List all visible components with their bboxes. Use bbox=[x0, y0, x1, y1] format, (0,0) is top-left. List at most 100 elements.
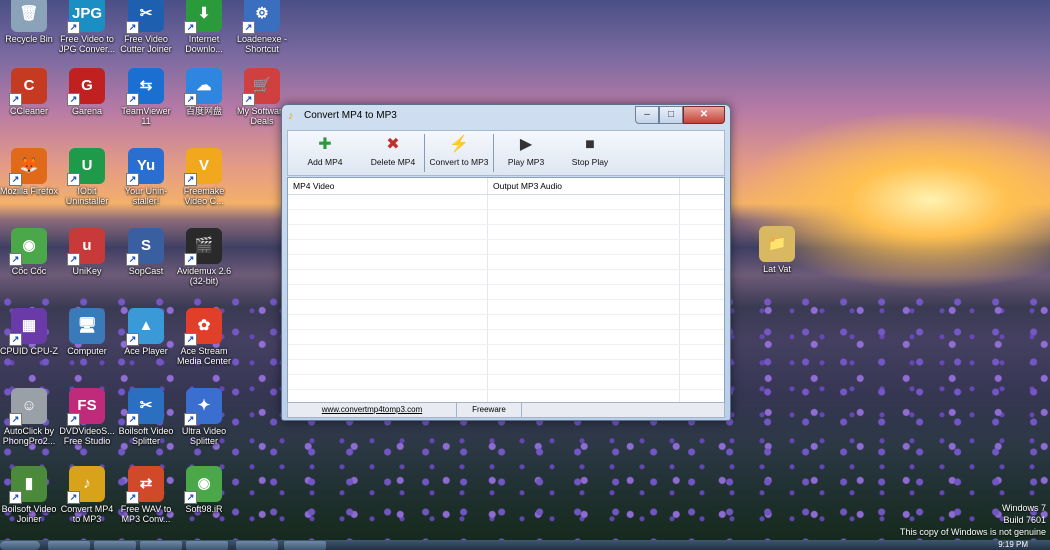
app-icon: S bbox=[126, 228, 164, 266]
empty-cell bbox=[288, 195, 488, 209]
app-icon: ⇄ bbox=[126, 466, 164, 504]
desktop-icon-label: CPUID CPU-Z bbox=[0, 346, 58, 356]
empty-cell bbox=[288, 300, 488, 314]
desktop-icon-label: TeamViewer 11 bbox=[121, 106, 171, 126]
app-icon: ◉ bbox=[9, 228, 47, 266]
empty-list-row bbox=[288, 375, 724, 390]
list-body[interactable] bbox=[288, 195, 724, 402]
maximize-button[interactable]: □ bbox=[659, 106, 683, 124]
desktop-icon-label: Free Video Cutter Joiner bbox=[120, 34, 172, 54]
column-header-output-mp3[interactable]: Output MP3 Audio bbox=[488, 178, 680, 194]
app-icon: ✂ bbox=[126, 388, 164, 426]
desktop-icon[interactable]: ☁百度网盘 bbox=[175, 68, 233, 116]
watermark-os: Windows 7 bbox=[1001, 503, 1046, 513]
empty-cell bbox=[488, 330, 680, 344]
desktop-icon-label: Ace Player bbox=[124, 346, 168, 356]
desktop-icon-label: Free WAV to MP3 Conv... bbox=[120, 504, 172, 524]
play-mp3-label: Play MP3 bbox=[507, 157, 545, 167]
watermark-build: Build 7601 bbox=[1003, 515, 1046, 525]
desktop-icon-label: Ace Stream Media Center bbox=[176, 346, 232, 366]
desktop-icon[interactable]: ⇆TeamViewer 11 bbox=[117, 68, 175, 126]
desktop-icon[interactable]: ✦Ultra Video Splitter bbox=[175, 388, 233, 446]
desktop-icon[interactable]: GGarena bbox=[58, 68, 116, 116]
start-button[interactable] bbox=[0, 541, 40, 550]
taskbar-item[interactable] bbox=[94, 541, 136, 550]
desktop-icon[interactable]: UIObit Uninstaller bbox=[58, 148, 116, 206]
desktop-icon-label: Loadenexe - Shortcut bbox=[236, 34, 288, 54]
app-icon: ◉ bbox=[184, 466, 222, 504]
desktop-icon-label: Mozilla Firefox bbox=[0, 186, 59, 196]
app-icon: ✂ bbox=[126, 0, 164, 34]
desktop-icon[interactable]: 📁 Lat Vat bbox=[748, 226, 806, 274]
desktop-icon-label: IObit Uninstaller bbox=[65, 186, 109, 206]
desktop-icon[interactable]: ▮Boilsoft Video Joiner bbox=[0, 466, 58, 524]
empty-list-row bbox=[288, 255, 724, 270]
website-link[interactable]: www.convertmp4tomp3.com bbox=[288, 403, 457, 417]
column-header-spacer bbox=[680, 178, 724, 194]
delete-mp4-button[interactable]: ✖ Delete MP4 bbox=[362, 131, 424, 175]
convert-to-mp3-button[interactable]: ⚡ Convert to MP3 bbox=[425, 131, 493, 175]
desktop-icon[interactable]: ▲Ace Player bbox=[117, 308, 175, 356]
taskbar-clock[interactable]: 9:19 PM bbox=[998, 540, 1028, 549]
stop-play-button[interactable]: ■ Stop Play bbox=[558, 131, 622, 175]
desktop-icon[interactable]: VFreemake Video C... bbox=[175, 148, 233, 206]
desktop-icon[interactable]: SSopCast bbox=[117, 228, 175, 276]
desktop-icon-label: Soft98.iR bbox=[185, 504, 223, 514]
app-icon: 📁 bbox=[759, 226, 795, 262]
desktop-icon-label: Free Video to JPG Conver... bbox=[58, 34, 116, 54]
desktop-icon[interactable]: ⬇Internet Downlo... bbox=[175, 0, 233, 54]
desktop-icon[interactable]: CCCleaner bbox=[0, 68, 58, 116]
app-icon: G bbox=[67, 68, 105, 106]
close-button[interactable]: ✕ bbox=[683, 106, 725, 124]
desktop-icon[interactable]: ☺AutoClick by PhongPro2... bbox=[0, 388, 58, 446]
desktop-icon[interactable]: ♪Convert MP4 to MP3 bbox=[58, 466, 116, 524]
taskbar-item[interactable] bbox=[236, 541, 278, 550]
empty-cell bbox=[488, 300, 680, 314]
empty-cell bbox=[488, 225, 680, 239]
empty-cell bbox=[288, 375, 488, 389]
desktop-icon[interactable]: ⇄Free WAV to MP3 Conv... bbox=[117, 466, 175, 524]
desktop-icon[interactable]: JPGFree Video to JPG Conver... bbox=[58, 0, 116, 54]
empty-list-row bbox=[288, 315, 724, 330]
desktop-icon[interactable]: uUniKey bbox=[58, 228, 116, 276]
desktop-icon[interactable]: 🎬Avidemux 2.6 (32-bit) bbox=[175, 228, 233, 286]
app-icon: ⇆ bbox=[126, 68, 164, 106]
empty-cell bbox=[288, 240, 488, 254]
convert-mp4-to-mp3-window[interactable]: ♪ Convert MP4 to MP3 – □ ✕ ✚ Add MP4 ✖ D… bbox=[281, 104, 731, 421]
app-icon: ♪ bbox=[67, 466, 105, 504]
column-header-mp4-video[interactable]: MP4 Video bbox=[288, 178, 488, 194]
desktop-icon-label: Internet Downlo... bbox=[185, 34, 223, 54]
minimize-button[interactable]: – bbox=[635, 106, 659, 124]
desktop-icon[interactable]: ◉Soft98.iR bbox=[175, 466, 233, 514]
desktop-icon[interactable]: 🗑 Recycle Bin bbox=[0, 0, 58, 44]
desktop-icon-label: CCleaner bbox=[9, 106, 49, 116]
desktop-icon-label: Computer bbox=[67, 346, 107, 356]
desktop-icon[interactable]: ✿Ace Stream Media Center bbox=[175, 308, 233, 366]
desktop-icon[interactable]: ◉Cốc Cốc bbox=[0, 228, 58, 276]
taskbar-item[interactable] bbox=[140, 541, 182, 550]
add-mp4-button[interactable]: ✚ Add MP4 bbox=[288, 131, 362, 175]
add-icon: ✚ bbox=[318, 136, 332, 153]
file-list[interactable]: MP4 Video Output MP3 Audio bbox=[287, 177, 725, 403]
play-mp3-button[interactable]: ▶ Play MP3 bbox=[494, 131, 558, 175]
taskbar-item[interactable] bbox=[48, 541, 90, 550]
desktop-icon[interactable]: YuYour Unin-staller! bbox=[117, 148, 175, 206]
taskbar-item[interactable] bbox=[284, 541, 326, 550]
desktop-icon[interactable]: ✂Boilsoft Video Splitter bbox=[117, 388, 175, 446]
app-icon: V bbox=[184, 148, 222, 186]
app-icon: Yu bbox=[126, 148, 164, 186]
empty-cell bbox=[488, 315, 680, 329]
taskbar-item[interactable] bbox=[186, 541, 228, 550]
desktop-icon[interactable]: ▦CPUID CPU-Z bbox=[0, 308, 58, 356]
empty-cell bbox=[288, 345, 488, 359]
window-titlebar[interactable]: ♪ Convert MP4 to MP3 – □ ✕ bbox=[282, 105, 730, 127]
desktop-icon[interactable]: 🖥 Computer bbox=[58, 308, 116, 356]
empty-list-row bbox=[288, 345, 724, 360]
empty-list-row bbox=[288, 360, 724, 375]
desktop-icon[interactable]: ✂Free Video Cutter Joiner bbox=[117, 0, 175, 54]
empty-cell bbox=[288, 315, 488, 329]
desktop-icon[interactable]: ⚙Loadenexe - Shortcut bbox=[233, 0, 291, 54]
desktop-icon[interactable]: FSDVDVideoS... Free Studio bbox=[58, 388, 116, 446]
desktop-icon[interactable]: 🦊Mozilla Firefox bbox=[0, 148, 58, 196]
desktop-icon-label: Freemake Video C... bbox=[183, 186, 225, 206]
